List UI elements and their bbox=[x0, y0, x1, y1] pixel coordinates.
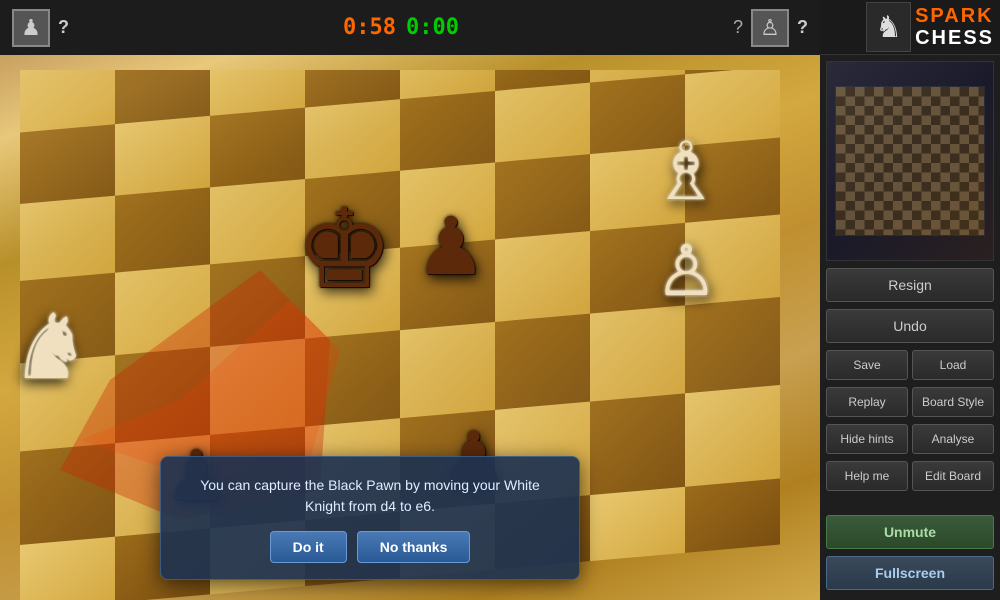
replay-boardstyle-row: Replay Board Style bbox=[826, 387, 994, 417]
timer-green: 0:00 bbox=[406, 15, 459, 40]
black-king[interactable]: ♚ bbox=[295, 185, 394, 313]
player1-avatar: ♟ bbox=[12, 9, 50, 47]
player2-info: ? ♙ ? bbox=[733, 9, 808, 47]
chess-text: CHESS bbox=[915, 27, 994, 49]
white-pawn[interactable]: ♙ bbox=[655, 230, 718, 312]
do-it-button[interactable]: Do it bbox=[270, 531, 347, 563]
white-knight[interactable]: ♞ bbox=[10, 295, 91, 400]
edit-board-button[interactable]: Edit Board bbox=[912, 461, 994, 491]
player2-name: ? bbox=[797, 17, 808, 38]
hint-text: You can capture the Black Pawn by moving… bbox=[181, 475, 559, 517]
board-style-button[interactable]: Board Style bbox=[912, 387, 994, 417]
spark-text: SPARK bbox=[915, 5, 994, 27]
white-bishop[interactable]: ♗ bbox=[650, 125, 722, 218]
replay-button[interactable]: Replay bbox=[826, 387, 908, 417]
timer-orange: 0:58 bbox=[343, 15, 396, 40]
resign-button[interactable]: Resign bbox=[826, 268, 994, 302]
sidebar: Resign Undo Save Load Replay Board Style… bbox=[820, 55, 1000, 600]
hint-dialog: You can capture the Black Pawn by moving… bbox=[160, 456, 580, 580]
unmute-button[interactable]: Unmute bbox=[826, 515, 994, 549]
helpme-editboard-row: Help me Edit Board bbox=[826, 461, 994, 491]
horse-icon: ♞ bbox=[866, 2, 911, 52]
help-me-button[interactable]: Help me bbox=[826, 461, 908, 491]
top-bar: ♟ ? 0:58 0:00 ? ♙ ? bbox=[0, 0, 820, 55]
player1-info: ♟ ? bbox=[12, 9, 69, 47]
hints-analyse-row: Hide hints Analyse bbox=[826, 424, 994, 454]
player1-name: ? bbox=[58, 17, 69, 38]
hide-hints-button[interactable]: Hide hints bbox=[826, 424, 908, 454]
player2-avatar: ♙ bbox=[751, 9, 789, 47]
save-load-row: Save Load bbox=[826, 350, 994, 380]
fullscreen-button[interactable]: Fullscreen bbox=[826, 556, 994, 590]
sidebar-preview bbox=[826, 61, 994, 261]
analyse-button[interactable]: Analyse bbox=[912, 424, 994, 454]
board-area: ♞ ♗ ♙ ♚ ♟ ♟ ♟ You can capture the Black … bbox=[0, 55, 820, 600]
save-button[interactable]: Save bbox=[826, 350, 908, 380]
black-pawn-center[interactable]: ♟ bbox=[415, 200, 487, 293]
help-icon-right[interactable]: ? bbox=[733, 17, 743, 38]
spark-header: ♞ SPARK CHESS bbox=[820, 0, 1000, 55]
undo-button[interactable]: Undo bbox=[826, 309, 994, 343]
main-area: ♞ ♗ ♙ ♚ ♟ ♟ ♟ You can capture the Black … bbox=[0, 55, 1000, 600]
dialog-buttons: Do it No thanks bbox=[181, 531, 559, 563]
spark-logo: ♞ SPARK CHESS bbox=[866, 2, 994, 52]
load-button[interactable]: Load bbox=[912, 350, 994, 380]
timers: 0:58 0:00 bbox=[343, 15, 459, 40]
no-thanks-button[interactable]: No thanks bbox=[357, 531, 471, 563]
